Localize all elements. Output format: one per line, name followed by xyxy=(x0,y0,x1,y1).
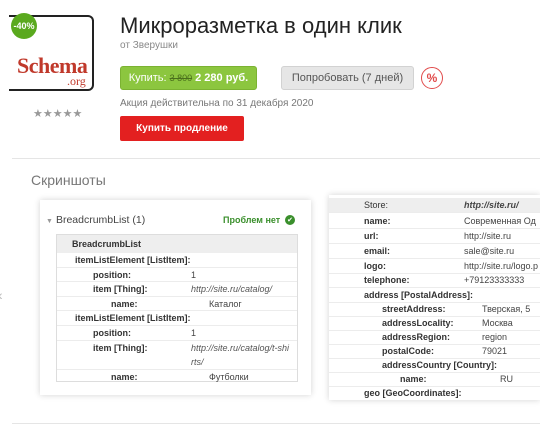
row-value: 1 xyxy=(191,269,197,280)
breadcrumb-table: BreadcrumbList itemListElement [ListItem… xyxy=(56,234,298,382)
table-row: itemListElement [ListItem]: xyxy=(57,253,297,268)
table-row: addressRegion: region xyxy=(329,330,540,345)
row-key: geo [GeoCoordinates]: xyxy=(364,388,462,398)
table-row: rts/ xyxy=(57,355,297,370)
rating-stars: ★★★★★ xyxy=(33,108,83,120)
table-row: addressLocality: Москва xyxy=(329,316,540,331)
screenshots-title: Скриншоты xyxy=(31,172,106,188)
row-value: Тверская, 5 xyxy=(482,304,531,314)
row-key: logo: xyxy=(364,261,386,271)
row-key: addressLocality: xyxy=(382,318,454,328)
row-key: email: xyxy=(364,246,391,256)
row-key: name: xyxy=(400,374,427,384)
row-value: http://site.ru/catalog/ xyxy=(191,284,273,295)
promo-text: Акция действительна по 31 декабря 2020 xyxy=(120,98,314,109)
row-value: http://site.ru/catalog/t-shi xyxy=(191,342,290,353)
discount-badge: -40% xyxy=(11,13,37,39)
table-row: name: Каталог xyxy=(57,297,297,312)
screenshot-1[interactable]: ▼ BreadcrumbList (1) Проблем нет ✔ Breadc… xyxy=(40,200,311,395)
table-caption: BreadcrumbList xyxy=(57,235,297,253)
table-row: streetAddress: Тверская, 5 xyxy=(329,302,540,317)
breadcrumb-header-label: BreadcrumbList (1) xyxy=(55,214,146,226)
table-row: email: sale@site.ru xyxy=(329,244,540,259)
row-value: Футболки xyxy=(209,371,249,382)
row-value: 1 xyxy=(191,327,197,338)
row-value: Современная Од xyxy=(464,216,536,226)
table-row: item [Thing]: http://site.ru/catalog/t-s… xyxy=(57,341,297,356)
row-key: streetAddress: xyxy=(382,304,446,314)
row-key: Store: xyxy=(364,200,389,210)
table-row: name: Футболки xyxy=(57,370,297,385)
renew-button[interactable]: Купить продление xyxy=(120,116,244,141)
logo-subtext: .org xyxy=(67,74,86,88)
breadcrumb-header: ▼ BreadcrumbList (1) xyxy=(46,214,145,226)
percent-icon[interactable]: % xyxy=(421,67,443,89)
product-title: Микроразметка в один клик xyxy=(120,13,402,38)
old-price: 3 800 xyxy=(169,73,193,83)
table-row: addressCountry [Country]: xyxy=(329,358,540,373)
row-key: itemListElement [ListItem]: xyxy=(75,313,191,324)
row-key: postalCode: xyxy=(382,346,435,356)
table-row: address [PostalAddress]: xyxy=(329,288,540,303)
row-value: http://site.ru/ xyxy=(464,200,519,210)
row-key: name: xyxy=(111,298,138,309)
table-row: position: 1 xyxy=(57,268,297,283)
row-value: Москва xyxy=(482,318,513,328)
row-key: addressRegion: xyxy=(382,332,451,342)
table-row: postalCode: 79021 xyxy=(329,344,540,359)
row-key: name: xyxy=(364,216,391,226)
table-row: position: 1 xyxy=(57,326,297,341)
row-key: address [PostalAddress]: xyxy=(364,290,474,300)
divider xyxy=(12,423,540,424)
row-value: Каталог xyxy=(209,298,242,309)
row-key: item [Thing]: xyxy=(93,342,148,353)
row-key: url: xyxy=(364,231,379,241)
row-value: http://site.ru/logo.p xyxy=(464,261,539,271)
chevron-left-icon[interactable]: ‹ xyxy=(0,287,3,303)
row-key: position: xyxy=(93,269,131,280)
table-row: item [Thing]: http://site.ru/catalog/ xyxy=(57,282,297,297)
triangle-down-icon: ▼ xyxy=(46,218,53,225)
screenshot-2[interactable]: Store: http://site.ru/ name: Современная… xyxy=(329,195,540,400)
table-row: url: http://site.ru xyxy=(329,229,540,244)
try-button[interactable]: Попробовать (7 дней) xyxy=(281,66,414,90)
divider xyxy=(12,158,540,159)
table-row: name: RU xyxy=(329,372,540,387)
row-key: addressCountry [Country]: xyxy=(382,360,498,370)
row-key: position: xyxy=(93,327,131,338)
row-key: name: xyxy=(111,371,138,382)
row-value: sale@site.ru xyxy=(464,246,515,256)
table-row: geo [GeoCoordinates]: xyxy=(329,386,540,400)
buy-button[interactable]: Купить: 3 800 2 280 руб. xyxy=(120,66,257,90)
status-text: Проблем нет xyxy=(223,215,281,225)
table-row: name: Современная Од xyxy=(329,214,540,229)
row-value: 79021 xyxy=(482,346,508,356)
new-price: 2 280 руб. xyxy=(195,72,249,84)
buy-label: Купить: xyxy=(128,72,167,84)
row-value: RU xyxy=(500,374,513,384)
product-author: от Зверушки xyxy=(120,40,178,51)
row-value: +79123333333 xyxy=(464,275,525,285)
table-row: telephone: +79123333333 xyxy=(329,273,540,288)
row-key: telephone: xyxy=(364,275,410,285)
row-value: region xyxy=(482,332,508,342)
table-row: Store: http://site.ru/ xyxy=(329,198,540,213)
check-icon: ✔ xyxy=(285,215,295,225)
table-row: logo: http://site.ru/logo.p xyxy=(329,259,540,274)
row-key: item [Thing]: xyxy=(93,284,148,295)
row-value: http://site.ru xyxy=(464,231,512,241)
table-row: itemListElement [ListItem]: xyxy=(57,311,297,326)
row-value: rts/ xyxy=(191,357,204,368)
row-key: itemListElement [ListItem]: xyxy=(75,255,191,265)
